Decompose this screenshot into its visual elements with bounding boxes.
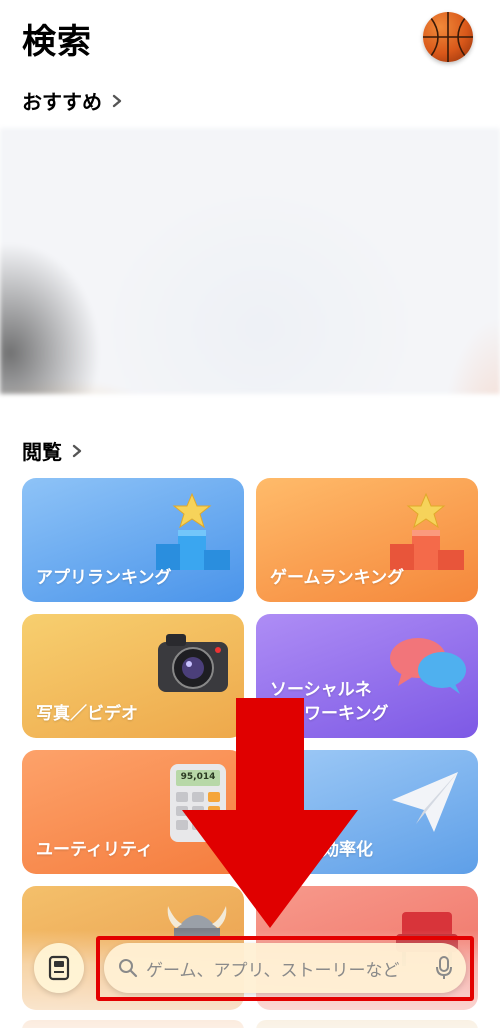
chevron-right-icon (72, 444, 82, 457)
tile-game-ranking[interactable]: ゲームランキング (256, 478, 478, 602)
tile-label: ユーティリティ (36, 840, 153, 860)
browse-label: 閲覧 (22, 440, 62, 464)
podium-icon (390, 492, 464, 570)
library-button[interactable] (34, 943, 84, 993)
chevron-right-icon (112, 94, 122, 107)
recommended-header[interactable]: おすすめ (22, 86, 124, 115)
basketball-icon (423, 12, 473, 62)
tile-label: ゲームランキング (270, 568, 405, 588)
tile-app-ranking[interactable]: アプリランキング (22, 478, 244, 602)
book-icon (48, 955, 70, 981)
tile-label: アプリランキング (36, 568, 172, 588)
browse-header[interactable]: 閲覧 (22, 436, 84, 465)
podium-icon (156, 492, 230, 570)
camera-icon (158, 634, 228, 692)
paper-plane-icon (392, 772, 458, 832)
recommended-banner[interactable] (0, 128, 500, 394)
annotation-arrow (182, 698, 358, 928)
header: 検索 (0, 0, 500, 80)
avatar[interactable] (423, 12, 473, 62)
recommended-label: おすすめ (22, 90, 102, 114)
page-title: 検索 (22, 22, 92, 62)
chat-bubbles-icon (390, 638, 466, 694)
tile-label: 写真／ビデオ (36, 704, 138, 724)
annotation-highlight-box (96, 936, 474, 1001)
